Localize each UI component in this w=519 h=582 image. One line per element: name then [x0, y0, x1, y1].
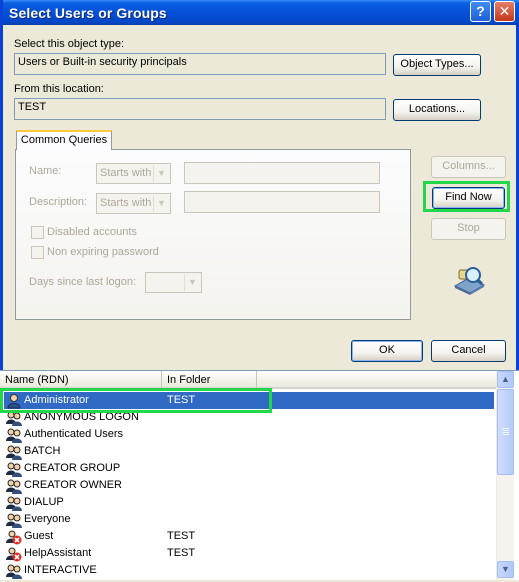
chevron-down-icon: ▼	[153, 165, 169, 182]
column-header-folder[interactable]: In Folder	[162, 371, 257, 389]
help-button[interactable]: ?	[470, 1, 491, 22]
location-label: From this location:	[14, 83, 104, 95]
name-label: Name:	[29, 165, 62, 177]
group-icon	[6, 512, 22, 528]
group-icon	[6, 427, 22, 443]
item-name: Administrator	[24, 394, 89, 406]
cancel-button[interactable]: Cancel	[431, 340, 506, 362]
item-name: HelpAssistant	[24, 547, 92, 559]
search-icon	[451, 264, 487, 296]
non-expiring-password-label: Non expiring password	[47, 246, 159, 258]
item-name: Guest	[24, 530, 54, 542]
item-name: Authenticated Users	[24, 428, 124, 440]
disabled-user-icon	[6, 529, 22, 545]
ok-button[interactable]: OK	[351, 340, 423, 362]
days-since-logon-label: Days since last logon:	[29, 276, 136, 288]
results-list[interactable]: Name (RDN) In Folder Administrator TEST AN…	[0, 370, 519, 580]
chevron-down-icon: ▼	[153, 195, 169, 212]
chevron-down-icon: ▼	[184, 274, 200, 291]
item-folder: TEST	[167, 530, 196, 542]
close-button[interactable]: ✕	[494, 1, 515, 22]
find-now-button[interactable]: Find Now	[432, 187, 505, 209]
disabled-user-icon	[6, 546, 22, 562]
column-header-name[interactable]: Name (RDN)	[0, 371, 162, 389]
group-icon	[6, 444, 22, 460]
description-mode-select[interactable]: Starts with ▼	[96, 193, 171, 214]
user-icon	[6, 393, 22, 409]
list-item[interactable]: ANONYMOUS LOGON	[4, 409, 494, 426]
group-icon	[6, 478, 22, 494]
description-input[interactable]	[184, 191, 380, 213]
disabled-accounts-checkbox[interactable]	[31, 226, 44, 239]
vertical-scrollbar[interactable]: ▲ ▼	[496, 371, 514, 580]
name-mode-select[interactable]: Starts with ▼	[96, 163, 171, 184]
item-name: Everyone	[24, 513, 71, 525]
list-item[interactable]: Guest TEST	[4, 528, 494, 545]
disabled-accounts-label: Disabled accounts	[47, 226, 137, 238]
columns-button[interactable]: Columns...	[431, 156, 506, 178]
name-mode-value: Starts with	[100, 167, 152, 179]
days-since-logon-select[interactable]: ▼	[145, 272, 202, 293]
group-icon	[6, 461, 22, 477]
group-icon	[6, 563, 22, 579]
object-type-field: Users or Built-in security principals	[14, 53, 386, 75]
list-item[interactable]: BATCH	[4, 443, 494, 460]
scrollbar-thumb[interactable]	[497, 389, 514, 475]
window-title: Select Users or Groups	[9, 5, 167, 21]
list-item[interactable]: CREATOR OWNER	[4, 477, 494, 494]
name-input[interactable]	[184, 162, 380, 184]
item-folder: TEST	[167, 394, 196, 406]
location-field: TEST	[14, 98, 386, 120]
list-item[interactable]: Administrator TEST	[4, 392, 494, 409]
list-item[interactable]: DIALUP	[4, 494, 494, 511]
item-name: DIALUP	[24, 496, 64, 508]
non-expiring-password-checkbox[interactable]	[31, 246, 44, 259]
item-name: BATCH	[24, 445, 61, 457]
tab-common-queries[interactable]: Common Queries	[16, 130, 112, 150]
scroll-up-arrow-icon[interactable]: ▲	[497, 371, 514, 388]
list-item[interactable]: HelpAssistant TEST	[4, 545, 494, 562]
group-icon	[6, 410, 22, 426]
locations-button[interactable]: Locations...	[393, 99, 481, 121]
column-header-empty	[257, 371, 496, 389]
description-label: Description:	[29, 196, 88, 208]
group-icon	[6, 495, 22, 511]
list-item[interactable]: Everyone	[4, 511, 494, 528]
scroll-down-arrow-icon[interactable]: ▼	[497, 561, 514, 578]
item-folder: TEST	[167, 547, 196, 559]
title-bar[interactable]: Select Users or Groups ? ✕	[3, 0, 519, 25]
list-item[interactable]: CREATOR GROUP	[4, 460, 494, 477]
list-item[interactable]: INTERACTIVE	[4, 562, 494, 579]
object-types-button[interactable]: Object Types...	[393, 54, 481, 76]
item-name: INTERACTIVE	[24, 564, 97, 576]
list-item[interactable]: Authenticated Users	[4, 426, 494, 443]
item-name: CREATOR GROUP	[24, 462, 121, 474]
common-queries-panel: Name: Starts with ▼ Description: Starts …	[15, 149, 411, 320]
stop-button[interactable]: Stop	[431, 218, 506, 240]
description-mode-value: Starts with	[100, 197, 152, 209]
item-name: ANONYMOUS LOGON	[24, 411, 139, 423]
item-name: CREATOR OWNER	[24, 479, 122, 491]
object-type-label: Select this object type:	[14, 38, 125, 50]
